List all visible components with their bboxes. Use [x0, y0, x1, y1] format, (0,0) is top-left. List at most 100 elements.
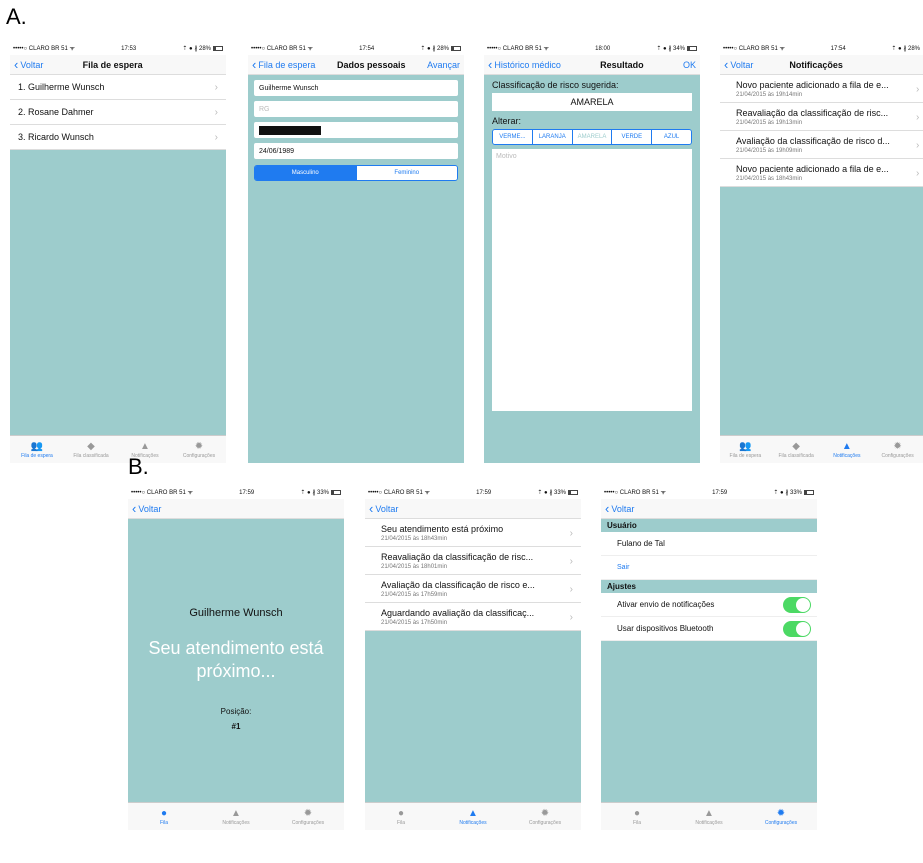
next-button[interactable]: Avançar: [427, 60, 460, 70]
list-item[interactable]: 1. Guilherme Wunsch ›: [10, 75, 226, 100]
tab-configuracoes[interactable]: ✹ Configurações: [756, 808, 806, 826]
bluetooth-setting-row: Usar dispositivos Bluetooth: [601, 617, 817, 641]
person-icon: ●: [633, 807, 641, 819]
tab-notificacoes[interactable]: ▲ Notificações: [448, 808, 498, 826]
status-bar: •••••○ CLARO BR 51 ᯤ 17:54 ⇡ ● ∦ 28%: [720, 43, 923, 55]
risk-option-red[interactable]: VERME...: [493, 130, 532, 144]
back-button[interactable]: ‹ Histórico médico: [488, 58, 561, 71]
birthdate-field[interactable]: 24/06/1989: [254, 143, 458, 159]
reason-textarea[interactable]: Motivo: [492, 149, 692, 411]
tab-configuracoes[interactable]: ✹ Configurações: [520, 808, 570, 826]
back-button[interactable]: ‹ Voltar: [132, 502, 161, 515]
tab-bar: 👥 Fila de espera ◆ Fila classificada ▲ Noti…: [10, 435, 226, 463]
content-area: Classificação de risco sugerida: AMARELA…: [484, 75, 700, 463]
tab-fila-classificada[interactable]: ◆ Fila classificada: [771, 441, 821, 459]
notification-item[interactable]: Avaliação da classificação de risco e...…: [365, 575, 581, 603]
panel-label-a: A.: [6, 4, 27, 29]
tab-fila-de-espera[interactable]: 👥 Fila de espera: [720, 441, 770, 459]
person-icon: ●: [397, 807, 405, 819]
tab-fila[interactable]: ● Fila: [612, 808, 662, 826]
back-label: Voltar: [20, 59, 44, 70]
page-title: Dados pessoais: [337, 59, 406, 70]
redacted-field[interactable]: [254, 122, 458, 138]
status-message: Seu atendimento está próximo...: [148, 638, 324, 681]
list-item[interactable]: 2. Rosane Dahmer ›: [10, 100, 226, 125]
name-field[interactable]: Guilherme Wunsch: [254, 80, 458, 96]
battery-icon: [213, 45, 223, 51]
status-indicators: ⇡ ● ∦ 33%: [300, 490, 329, 496]
nav-bar: ‹ Histórico médico Resultado OK: [484, 55, 700, 75]
section-header-settings: Ajustes: [601, 580, 817, 593]
battery-icon: [331, 489, 341, 495]
logout-button[interactable]: Sair: [601, 556, 817, 580]
back-label: Voltar: [730, 59, 754, 70]
back-button[interactable]: ‹ Fila de espera: [252, 58, 315, 71]
risk-option-yellow[interactable]: AMARELA: [571, 130, 612, 144]
tab-fila-classificada[interactable]: ◆ Fila classificada: [66, 441, 116, 459]
chevron-right-icon: ›: [569, 583, 573, 595]
notification-text: Avaliação da classificação de risco d...: [736, 136, 890, 146]
carrier-text: •••••○ CLARO BR 51 ᯤ: [368, 490, 430, 496]
back-button[interactable]: ‹ Voltar: [605, 502, 634, 515]
notification-item[interactable]: Reavaliação da classificação de risc... 2…: [720, 103, 923, 131]
nav-bar: ‹ Voltar Fila de espera: [10, 55, 226, 75]
status-bar: •••••○ CLARO BR 51 ᯤ 17:59 ⇡ ● ∦ 33%: [601, 487, 817, 499]
chevron-right-icon: ›: [916, 111, 920, 123]
clock-text: 17:59: [239, 490, 255, 496]
bluetooth-toggle[interactable]: [783, 620, 811, 637]
back-button[interactable]: ‹ Voltar: [14, 58, 43, 71]
screen-notificacoes-admin: •••••○ CLARO BR 51 ᯤ 17:54 ⇡ ● ∦ 28% ‹ Vo…: [720, 43, 923, 463]
tab-configuracoes[interactable]: ✹ Configurações: [283, 808, 333, 826]
back-label: Fila de espera: [258, 59, 316, 70]
notification-item[interactable]: Reavaliação da classificação de risc... 2…: [365, 547, 581, 575]
tab-notificacoes[interactable]: ▲ Notificações: [822, 441, 872, 459]
chevron-right-icon: ›: [214, 106, 218, 118]
tab-bar: ● Fila ▲ Notificações ✹ Configurações: [365, 802, 581, 830]
notifications-setting-label: Ativar envio de notificações: [617, 600, 715, 609]
risk-option-orange[interactable]: LARANJA: [531, 130, 572, 144]
patient-name: 1. Guilherme Wunsch: [18, 82, 105, 92]
gender-segmented-control: Masculino Feminino: [254, 165, 458, 181]
gender-option-female[interactable]: Feminino: [355, 166, 457, 180]
section-header-user: Usuário: [601, 519, 817, 532]
risk-option-green[interactable]: VERDE: [611, 130, 652, 144]
back-button[interactable]: ‹ Voltar: [369, 502, 398, 515]
screen-notificacoes-paciente: •••••○ CLARO BR 51 ᯤ 17:59 ⇡ ● ∦ 33% ‹ Vo…: [365, 487, 581, 830]
notification-item[interactable]: Aguardando avaliação da classificaç... 21…: [365, 603, 581, 631]
carrier-text: •••••○ CLARO BR 51 ᯤ: [131, 490, 193, 496]
notifications-toggle[interactable]: [783, 596, 811, 613]
gear-icon: ✹: [776, 807, 786, 819]
notification-item[interactable]: Seu atendimento está próximo 21/04/2015 à…: [365, 519, 581, 547]
screen-posicao: •••••○ CLARO BR 51 ᯤ 17:59 ⇡ ● ∦ 33% ‹ Vo…: [128, 487, 344, 830]
screen-fila-de-espera: •••••○ CLARO BR 51 ᯤ 17:53 ⇡ ● ∦ 28% ‹ Vo…: [10, 43, 226, 463]
notification-item[interactable]: Avaliação da classificação de risco d...…: [720, 131, 923, 159]
status-bar: •••••○ CLARO BR 51 ᯤ 17:53 ⇡ ● ∦ 28%: [10, 43, 226, 55]
tab-configuracoes[interactable]: ✹ Configurações: [174, 441, 224, 459]
suggested-label: Classificação de risco sugerida:: [492, 80, 619, 90]
back-button[interactable]: ‹ Voltar: [724, 58, 753, 71]
ok-button[interactable]: OK: [683, 60, 696, 70]
tab-notificacoes[interactable]: ▲ Notificações: [211, 808, 261, 826]
status-bar: •••••○ CLARO BR 51 ᯤ 17:54 ⇡ ● ∦ 28%: [248, 43, 464, 55]
notification-item[interactable]: Novo paciente adicionado a fila de e... 2…: [720, 75, 923, 103]
risk-option-blue[interactable]: AZUL: [651, 130, 691, 144]
tab-notificacoes[interactable]: ▲ Notificações: [684, 808, 734, 826]
chevron-left-icon: ‹: [488, 57, 493, 72]
list-item[interactable]: 3. Ricardo Wunsch ›: [10, 125, 226, 150]
tab-fila[interactable]: ● Fila: [376, 808, 426, 826]
tab-fila[interactable]: ● Fila: [139, 808, 189, 826]
chevron-left-icon: ‹: [369, 501, 374, 516]
nav-bar: ‹ Voltar: [128, 499, 344, 519]
tab-configuracoes[interactable]: ✹ Configurações: [873, 441, 923, 459]
nav-bar: ‹ Voltar: [365, 499, 581, 519]
notification-item[interactable]: Novo paciente adicionado a fila de e... 2…: [720, 159, 923, 187]
nav-bar: ‹ Voltar Notificações: [720, 55, 923, 75]
rg-field[interactable]: RG: [254, 101, 458, 117]
chevron-left-icon: ‹: [14, 57, 19, 72]
status-indicators: ⇡ ● ∦ 28%: [891, 46, 920, 52]
back-label: Voltar: [138, 503, 162, 514]
gender-option-male[interactable]: Masculino: [255, 166, 356, 180]
bell-icon: ▲: [468, 807, 478, 819]
content-area: Guilherme Wunsch RG 24/06/1989 Masculino…: [248, 75, 464, 463]
tab-fila-de-espera[interactable]: 👥 Fila de espera: [12, 441, 62, 459]
